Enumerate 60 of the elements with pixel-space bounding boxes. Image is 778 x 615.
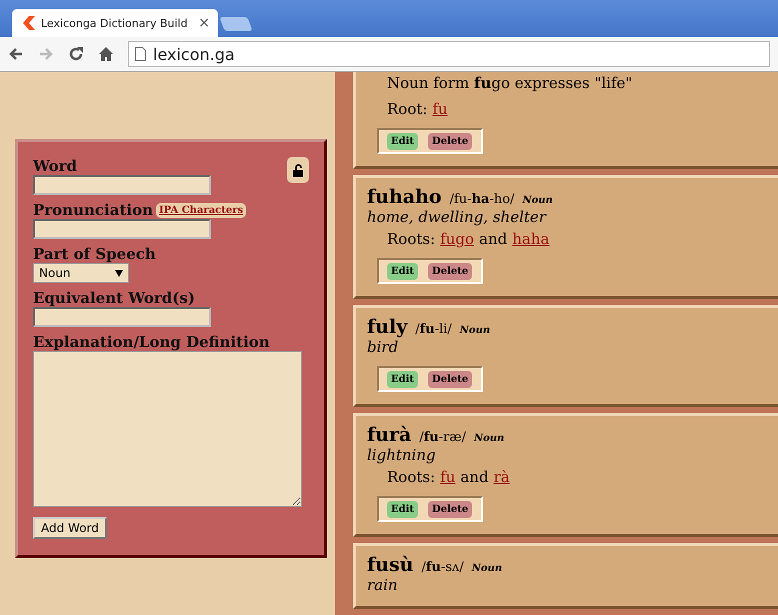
close-icon[interactable]: × — [198, 15, 210, 31]
part-of-speech-text: Noun — [522, 195, 553, 206]
new-tab-button[interactable] — [219, 17, 253, 31]
input-field[interactable] — [33, 307, 211, 327]
word-title: fusù — [367, 554, 414, 576]
pronunciation-text: /fu-li/ — [415, 322, 452, 337]
root-link[interactable]: rà — [494, 468, 510, 486]
delete-button[interactable]: Delete — [428, 500, 472, 518]
delete-button[interactable]: Delete — [428, 132, 472, 150]
add-word-button[interactable]: Add Word — [33, 517, 107, 539]
browser-tab[interactable]: Lexiconga Dictionary Build × — [12, 9, 218, 37]
word-title: furà — [367, 424, 412, 446]
back-icon[interactable] — [8, 46, 24, 62]
field-label: Word — [33, 157, 78, 175]
reload-icon[interactable] — [68, 46, 84, 62]
and-text: and — [460, 468, 489, 486]
delete-button[interactable]: Delete — [428, 262, 472, 280]
field-label: Equivalent Word(s) — [33, 289, 195, 307]
edit-button[interactable]: Edit — [387, 132, 418, 150]
unlocked-padlock-icon — [293, 164, 303, 176]
definition-text: rain — [367, 576, 399, 594]
field-label: Explanation/Long Definition — [33, 333, 270, 351]
definition-text: lightning — [367, 446, 437, 464]
roots-label: Roots: — [387, 468, 436, 486]
field-label: Part of Speech — [33, 245, 156, 263]
word-title: fuly — [367, 316, 408, 338]
home-icon[interactable] — [98, 46, 114, 62]
dropdown-arrow-icon — [115, 270, 123, 276]
ipa-characters-link[interactable]: IPA Characters — [156, 202, 246, 218]
pronunciation-text: /fu-sʌ/ — [422, 560, 464, 575]
roots-label: Roots: — [387, 230, 436, 248]
page-icon — [135, 47, 146, 61]
input-field[interactable] — [33, 219, 211, 239]
part-of-speech-text: Noun — [472, 563, 502, 574]
input-field[interactable] — [33, 175, 211, 195]
address-text: lexicon.ga — [153, 44, 235, 64]
root-link[interactable]: haha — [512, 230, 550, 248]
part-of-speech-select[interactable]: Noun — [33, 263, 129, 283]
explanation-text: Noun form fugo expresses "life" — [387, 74, 634, 92]
and-text: and — [479, 230, 508, 248]
pronunciation-text: /fu-ha-ho/ — [450, 192, 514, 207]
delete-button[interactable]: Delete — [428, 370, 472, 388]
definition-text: home, dwelling, shelter — [367, 208, 548, 226]
edit-button[interactable]: Edit — [387, 262, 418, 280]
lock-button[interactable] — [287, 157, 309, 183]
field-label: Pronunciation — [33, 201, 153, 219]
edit-button[interactable]: Edit — [387, 370, 418, 388]
root-link[interactable]: fu — [432, 100, 448, 118]
roots-label: Root: — [387, 100, 428, 118]
address-bar[interactable]: lexicon.ga — [128, 41, 770, 67]
root-link[interactable]: fu — [440, 468, 456, 486]
word-title: fuhaho — [367, 186, 442, 208]
definition-text: bird — [367, 338, 400, 356]
tab-title: Lexiconga Dictionary Build — [41, 16, 189, 30]
part-of-speech-text: Noun — [460, 325, 490, 336]
logo-icon — [20, 15, 36, 31]
part-of-speech-text: Noun — [474, 433, 504, 444]
pronunciation-text: /fu-ræ/ — [419, 430, 466, 445]
root-link[interactable]: fugo — [440, 230, 474, 248]
edit-button[interactable]: Edit — [387, 500, 418, 518]
